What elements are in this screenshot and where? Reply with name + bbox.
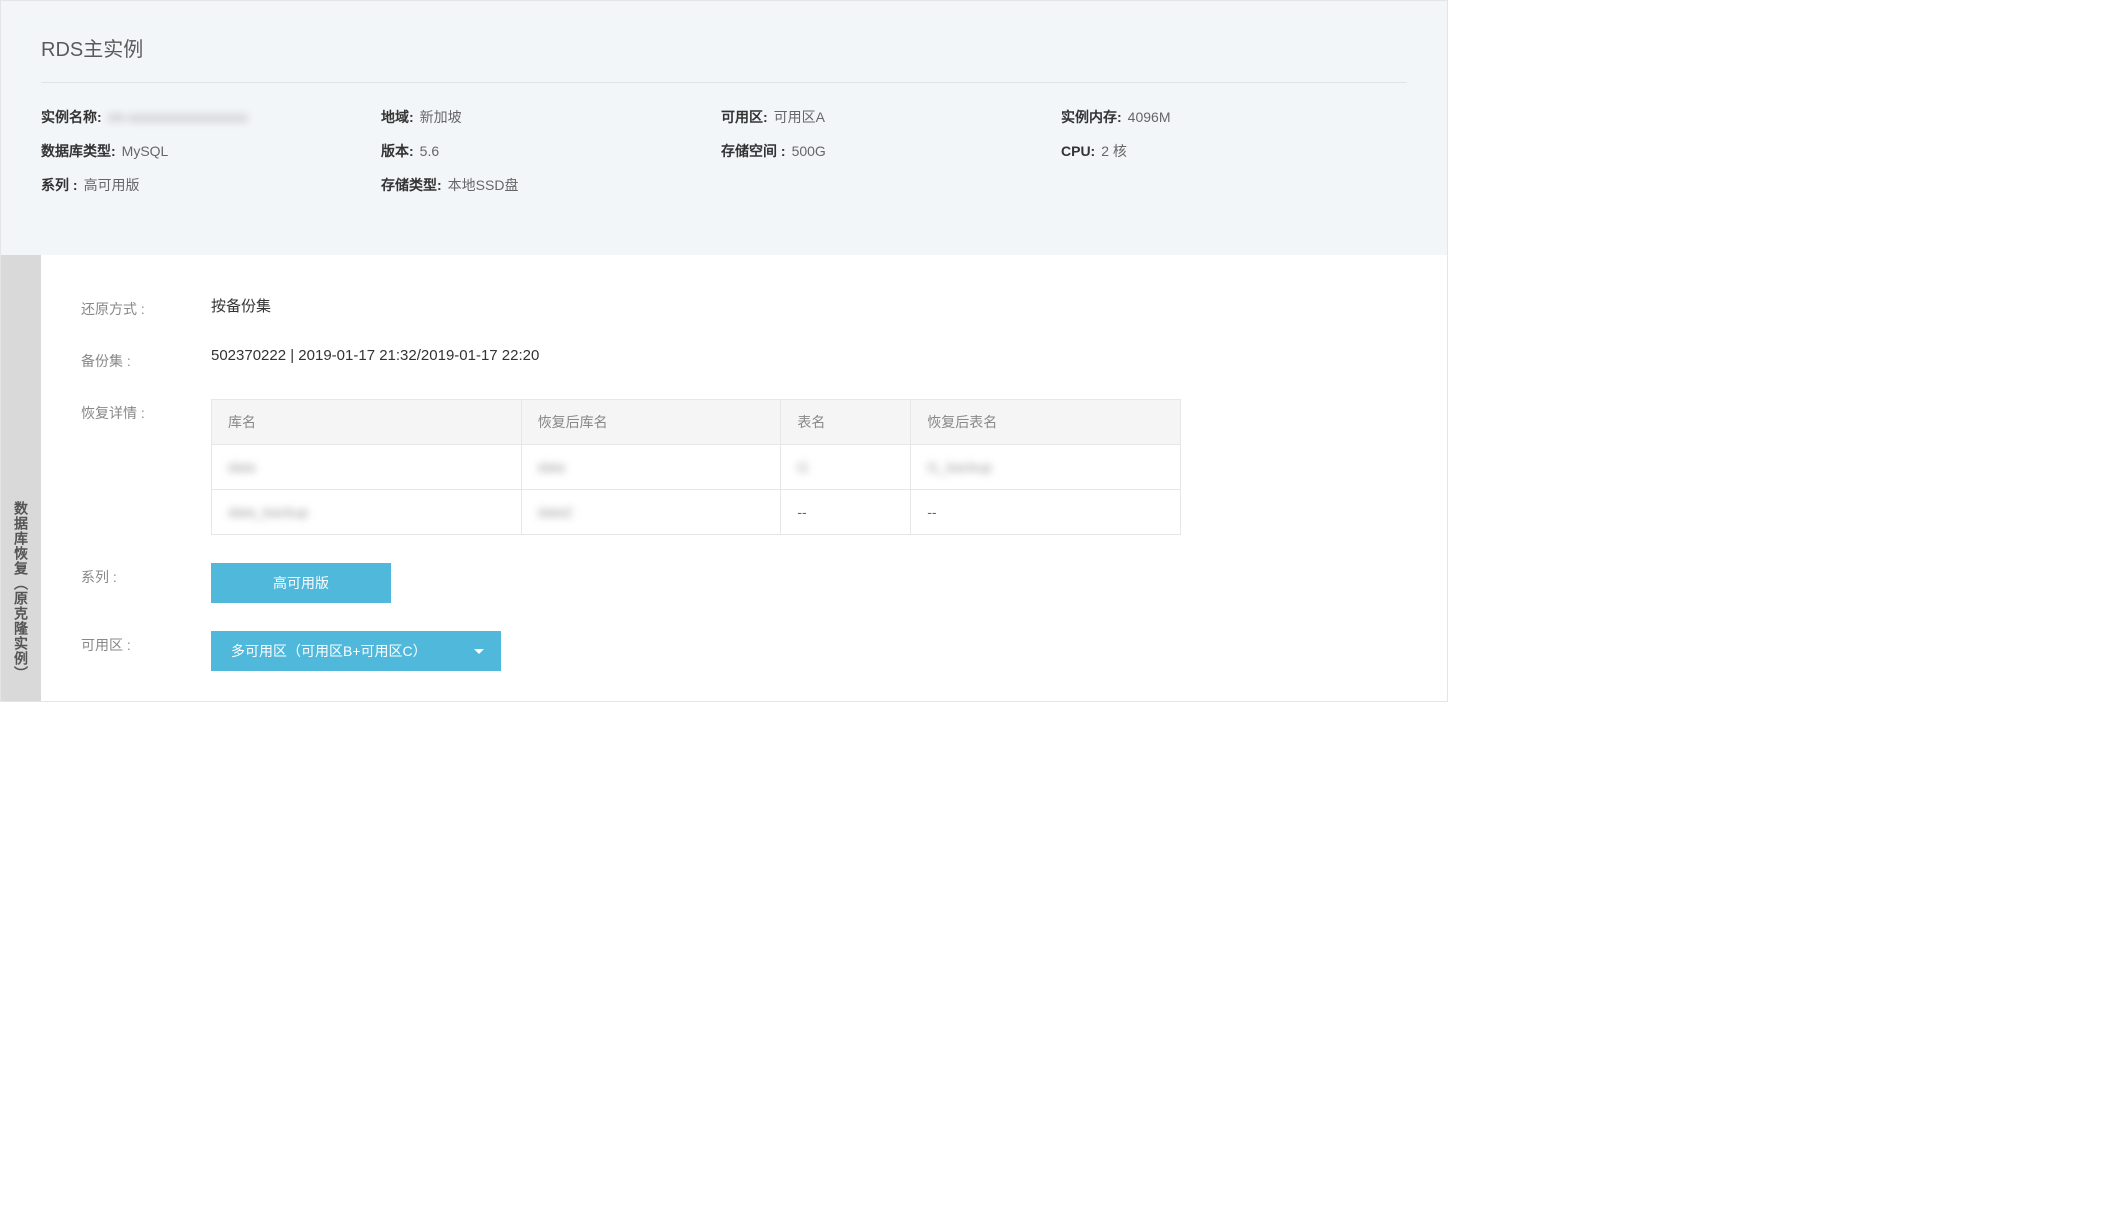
side-tab-label: 数据库恢复（原克隆实例）: [11, 501, 31, 681]
info-label: 系列 :: [41, 175, 78, 195]
row-backup-set: 备份集 : 502370222 | 2019-01-17 21:32/2019-…: [81, 347, 1407, 371]
cell-tbl: --: [797, 504, 806, 520]
info-label: 实例内存:: [1061, 107, 1122, 127]
series-option-button[interactable]: 高可用版: [211, 563, 391, 603]
row-zone: 可用区 : 多可用区（可用区B+可用区C）: [81, 631, 1407, 671]
info-storage-type: 存储类型: 本地SSD盘: [381, 175, 721, 195]
page-container: RDS主实例 实例名称: rm-xxxxxxxxxxxxxxxxx 地域: 新加…: [0, 0, 1448, 702]
zone-dropdown[interactable]: 多可用区（可用区B+可用区C）: [211, 631, 501, 671]
info-value: 5.6: [420, 143, 439, 159]
instance-summary-panel: RDS主实例 实例名称: rm-xxxxxxxxxxxxxxxxx 地域: 新加…: [1, 1, 1447, 255]
col-dbname: 库名: [212, 400, 522, 445]
info-value: 可用区A: [774, 107, 825, 127]
info-version: 版本: 5.6: [381, 141, 721, 161]
info-value: 4096M: [1128, 109, 1171, 125]
series-option-label: 高可用版: [273, 573, 329, 593]
info-series: 系列 : 高可用版: [41, 175, 381, 195]
info-zone: 可用区: 可用区A: [721, 107, 1061, 127]
row-restore-detail: 恢复详情 : 库名 恢复后库名 表名 恢复后表名: [81, 399, 1407, 535]
info-memory: 实例内存: 4096M: [1061, 107, 1401, 127]
cell-newdb: data2: [538, 504, 573, 520]
cell-newtbl: t1_backup: [927, 459, 992, 475]
restore-detail-table-wrap: 库名 恢复后库名 表名 恢复后表名 data data t1 t: [211, 399, 1407, 535]
info-label: CPU:: [1061, 143, 1095, 159]
side-tab-db-restore[interactable]: 数据库恢复（原克隆实例）: [1, 255, 41, 701]
restore-section: 数据库恢复（原克隆实例） 还原方式 : 按备份集 备份集 : 502370222…: [1, 255, 1447, 701]
col-new-dbname: 恢复后库名: [521, 400, 781, 445]
info-label: 实例名称:: [41, 107, 102, 127]
zone-dropdown-label: 多可用区（可用区B+可用区C）: [231, 641, 427, 661]
info-value: MySQL: [122, 143, 169, 159]
info-value: 本地SSD盘: [448, 175, 519, 195]
col-table-name: 表名: [781, 400, 911, 445]
cell-newdb: data: [538, 459, 565, 475]
form-label: 还原方式 :: [81, 295, 211, 319]
form-value: 按备份集: [211, 295, 1407, 316]
table-header-row: 库名 恢复后库名 表名 恢复后表名: [212, 400, 1181, 445]
info-label: 存储空间 :: [721, 141, 786, 161]
cell-tbl: t1: [797, 459, 809, 475]
info-cpu: CPU: 2 核: [1061, 141, 1401, 161]
table-row: data data t1 t1_backup: [212, 445, 1181, 490]
info-region: 地域: 新加坡: [381, 107, 721, 127]
info-storage: 存储空间 : 500G: [721, 141, 1061, 161]
info-value: 高可用版: [84, 175, 140, 195]
row-series: 系列 : 高可用版: [81, 563, 1407, 603]
info-instance-name: 实例名称: rm-xxxxxxxxxxxxxxxxx: [41, 107, 381, 127]
form-label: 可用区 :: [81, 631, 211, 655]
instance-info-grid: 实例名称: rm-xxxxxxxxxxxxxxxxx 地域: 新加坡 可用区: …: [41, 107, 1407, 195]
info-label: 地域:: [381, 107, 414, 127]
form-label: 备份集 :: [81, 347, 211, 371]
info-value: 新加坡: [420, 107, 462, 127]
info-value: rm-xxxxxxxxxxxxxxxxx: [108, 109, 248, 125]
cell-newtbl: --: [927, 504, 936, 520]
restore-detail-table: 库名 恢复后库名 表名 恢复后表名 data data t1 t: [211, 399, 1181, 535]
form-label: 系列 :: [81, 563, 211, 587]
info-label: 存储类型:: [381, 175, 442, 195]
col-new-table-name: 恢复后表名: [911, 400, 1181, 445]
cell-db: data: [228, 459, 255, 475]
info-label: 版本:: [381, 141, 414, 161]
panel-title: RDS主实例: [41, 33, 1407, 83]
info-label: 数据库类型:: [41, 141, 116, 161]
form-label: 恢复详情 :: [81, 399, 211, 423]
cell-db: data_backup: [228, 504, 308, 520]
info-db-type: 数据库类型: MySQL: [41, 141, 381, 161]
restore-form: 还原方式 : 按备份集 备份集 : 502370222 | 2019-01-17…: [41, 255, 1447, 701]
info-value: 2 核: [1101, 141, 1127, 161]
form-value: 502370222 | 2019-01-17 21:32/2019-01-17 …: [211, 347, 1407, 364]
chevron-down-icon: [473, 643, 485, 659]
info-value: 500G: [792, 143, 826, 159]
table-row: data_backup data2 -- --: [212, 490, 1181, 535]
info-label: 可用区:: [721, 107, 768, 127]
row-restore-mode: 还原方式 : 按备份集: [81, 295, 1407, 319]
